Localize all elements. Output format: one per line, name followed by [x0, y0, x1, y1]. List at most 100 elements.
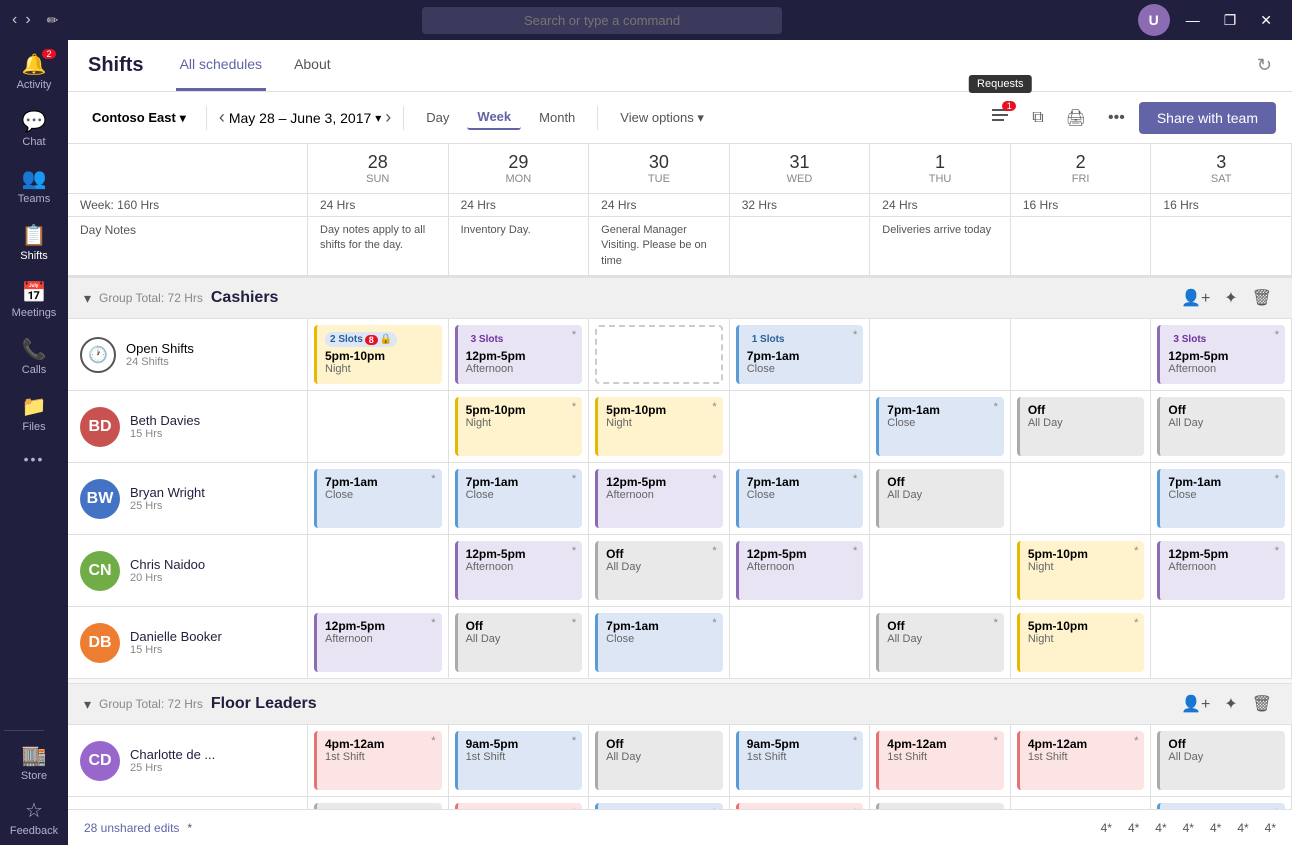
- beth-sat-block[interactable]: Off All Day: [1157, 397, 1285, 456]
- next-week-button[interactable]: ›: [385, 107, 391, 128]
- sidebar-item-teams[interactable]: 👥 Teams: [4, 158, 64, 213]
- aadi-sun-block[interactable]: Off: [314, 803, 442, 809]
- open-shift-mon[interactable]: * 3 Slots 12pm-5pm Afternoon: [449, 319, 590, 390]
- sidebar-item-chat[interactable]: 💬 Chat: [4, 101, 64, 156]
- aadi-sat-block[interactable]: * 9am-5pm: [1157, 803, 1285, 809]
- forward-button[interactable]: ›: [25, 11, 30, 29]
- sidebar-item-more[interactable]: •••: [4, 443, 64, 475]
- open-shift-tue[interactable]: [589, 319, 730, 390]
- chris-tue[interactable]: * Off All Day: [589, 535, 730, 606]
- compose-button[interactable]: ✏: [39, 6, 67, 35]
- open-shift-block-tue[interactable]: [595, 325, 723, 384]
- open-shift-sat[interactable]: * 3 Slots 12pm-5pm Afternoon: [1151, 319, 1292, 390]
- charlotte-wed-block[interactable]: * 9am-5pm 1st Shift: [736, 731, 864, 790]
- maximize-button[interactable]: ❐: [1216, 8, 1245, 33]
- charlotte-sat-block[interactable]: Off All Day: [1157, 731, 1285, 790]
- view-week-button[interactable]: Week: [467, 105, 521, 130]
- open-shift-fri[interactable]: [1011, 319, 1152, 390]
- aadi-fri[interactable]: [1011, 797, 1152, 809]
- bryan-mon[interactable]: * 7pm-1am Close: [449, 463, 590, 534]
- delete-group-button[interactable]: 🗑: [1248, 286, 1276, 310]
- danielle-mon[interactable]: * Off All Day: [449, 607, 590, 678]
- chris-mon-block[interactable]: * 12pm-5pm Afternoon: [455, 541, 583, 600]
- beth-sat[interactable]: Off All Day: [1151, 391, 1292, 462]
- chris-thu[interactable]: [870, 535, 1011, 606]
- bryan-mon-block[interactable]: * 7pm-1am Close: [455, 469, 583, 528]
- aadi-wed-block[interactable]: * 4pm-12am: [736, 803, 864, 809]
- chris-sat-block[interactable]: * 12pm-5pm Afternoon: [1157, 541, 1285, 600]
- search-input[interactable]: [422, 7, 782, 34]
- refresh-button[interactable]: ↻: [1257, 55, 1272, 76]
- copy-button[interactable]: ⧉: [1024, 103, 1051, 133]
- beth-sun[interactable]: [308, 391, 449, 462]
- aadi-tue-block[interactable]: * 9am-5pm: [595, 803, 723, 809]
- danielle-wed[interactable]: [730, 607, 871, 678]
- open-shift-block-sun[interactable]: 2 Slots 8 🔒 5pm-10pm Night: [314, 325, 442, 384]
- charlotte-tue-block[interactable]: Off All Day: [595, 731, 723, 790]
- bryan-tue-block[interactable]: * 12pm-5pm Afternoon: [595, 469, 723, 528]
- unshared-edits[interactable]: 28 unshared edits: [84, 821, 179, 835]
- charlotte-mon-block[interactable]: * 9am-5pm 1st Shift: [455, 731, 583, 790]
- danielle-mon-block[interactable]: * Off All Day: [455, 613, 583, 672]
- open-shift-thu[interactable]: [870, 319, 1011, 390]
- beth-thu[interactable]: * 7pm-1am Close: [870, 391, 1011, 462]
- add-employee-button[interactable]: 👤+: [1177, 286, 1214, 310]
- chris-mon[interactable]: * 12pm-5pm Afternoon: [449, 535, 590, 606]
- sidebar-item-feedback[interactable]: ☆ Feedback: [4, 790, 64, 845]
- requests-button[interactable]: 1: [982, 99, 1018, 136]
- sidebar-item-files[interactable]: 📁 Files: [4, 386, 64, 441]
- bryan-thu-block[interactable]: Off All Day: [876, 469, 1004, 528]
- delete-fl-button[interactable]: 🗑: [1248, 692, 1276, 716]
- aadi-tue[interactable]: * 9am-5pm: [589, 797, 730, 809]
- chris-wed[interactable]: * 12pm-5pm Afternoon: [730, 535, 871, 606]
- chris-tue-block[interactable]: * Off All Day: [595, 541, 723, 600]
- add-employee-fl-button[interactable]: 👤+: [1177, 692, 1214, 716]
- aadi-sun[interactable]: Off: [308, 797, 449, 809]
- more-options-button[interactable]: •••: [1100, 103, 1133, 133]
- danielle-thu[interactable]: * Off All Day: [870, 607, 1011, 678]
- chris-wed-block[interactable]: * 12pm-5pm Afternoon: [736, 541, 864, 600]
- danielle-sun[interactable]: * 12pm-5pm Afternoon: [308, 607, 449, 678]
- danielle-tue[interactable]: * 7pm-1am Close: [589, 607, 730, 678]
- aadi-thu-block[interactable]: Off: [876, 803, 1004, 809]
- move-fl-button[interactable]: ✦: [1220, 692, 1241, 716]
- charlotte-fri[interactable]: * 4pm-12am 1st Shift: [1011, 725, 1152, 796]
- charlotte-sun-block[interactable]: * 4pm-12am 1st Shift: [314, 731, 442, 790]
- sidebar-item-store[interactable]: 🏬 Store: [4, 735, 64, 790]
- aadi-thu[interactable]: Off: [870, 797, 1011, 809]
- view-options-button[interactable]: View options ▾: [610, 106, 714, 130]
- chris-fri-block[interactable]: * 5pm-10pm Night: [1017, 541, 1145, 600]
- danielle-tue-block[interactable]: * 7pm-1am Close: [595, 613, 723, 672]
- charlotte-thu-block[interactable]: * 4pm-12am 1st Shift: [876, 731, 1004, 790]
- print-button[interactable]: 🖨: [1058, 102, 1094, 134]
- bryan-tue[interactable]: * 12pm-5pm Afternoon: [589, 463, 730, 534]
- close-button[interactable]: ✕: [1252, 8, 1280, 33]
- sidebar-item-shifts[interactable]: 📋 Shifts: [4, 215, 64, 270]
- chris-sat[interactable]: * 12pm-5pm Afternoon: [1151, 535, 1292, 606]
- bryan-sun-block[interactable]: * 7pm-1am Close: [314, 469, 442, 528]
- prev-week-button[interactable]: ‹: [219, 107, 225, 128]
- aadi-mon-block[interactable]: * 4pm-12am: [455, 803, 583, 809]
- date-range[interactable]: May 28 – June 3, 2017 ▾: [229, 110, 381, 126]
- tab-all-schedules[interactable]: All schedules: [176, 40, 267, 91]
- minimize-button[interactable]: —: [1178, 8, 1208, 32]
- floor-leaders-collapse-icon[interactable]: ▾: [84, 696, 91, 713]
- cashiers-collapse-icon[interactable]: ▾: [84, 290, 91, 307]
- danielle-sat[interactable]: [1151, 607, 1292, 678]
- charlotte-thu[interactable]: * 4pm-12am 1st Shift: [870, 725, 1011, 796]
- tab-about[interactable]: About: [290, 40, 335, 91]
- charlotte-wed[interactable]: * 9am-5pm 1st Shift: [730, 725, 871, 796]
- bryan-wed[interactable]: * 7pm-1am Close: [730, 463, 871, 534]
- charlotte-fri-block[interactable]: * 4pm-12am 1st Shift: [1017, 731, 1145, 790]
- bryan-sat-block[interactable]: * 7pm-1am Close: [1157, 469, 1285, 528]
- view-month-button[interactable]: Month: [529, 106, 585, 129]
- charlotte-mon[interactable]: * 9am-5pm 1st Shift: [449, 725, 590, 796]
- danielle-fri[interactable]: * 5pm-10pm Night: [1011, 607, 1152, 678]
- sidebar-item-calls[interactable]: 📞 Calls: [4, 329, 64, 384]
- aadi-mon[interactable]: * 4pm-12am: [449, 797, 590, 809]
- open-shift-wed[interactable]: * 1 Slots 7pm-1am Close: [730, 319, 871, 390]
- view-day-button[interactable]: Day: [416, 106, 459, 129]
- beth-fri-block[interactable]: Off All Day: [1017, 397, 1145, 456]
- back-button[interactable]: ‹: [12, 11, 17, 29]
- beth-mon-block[interactable]: * 5pm-10pm Night: [455, 397, 583, 456]
